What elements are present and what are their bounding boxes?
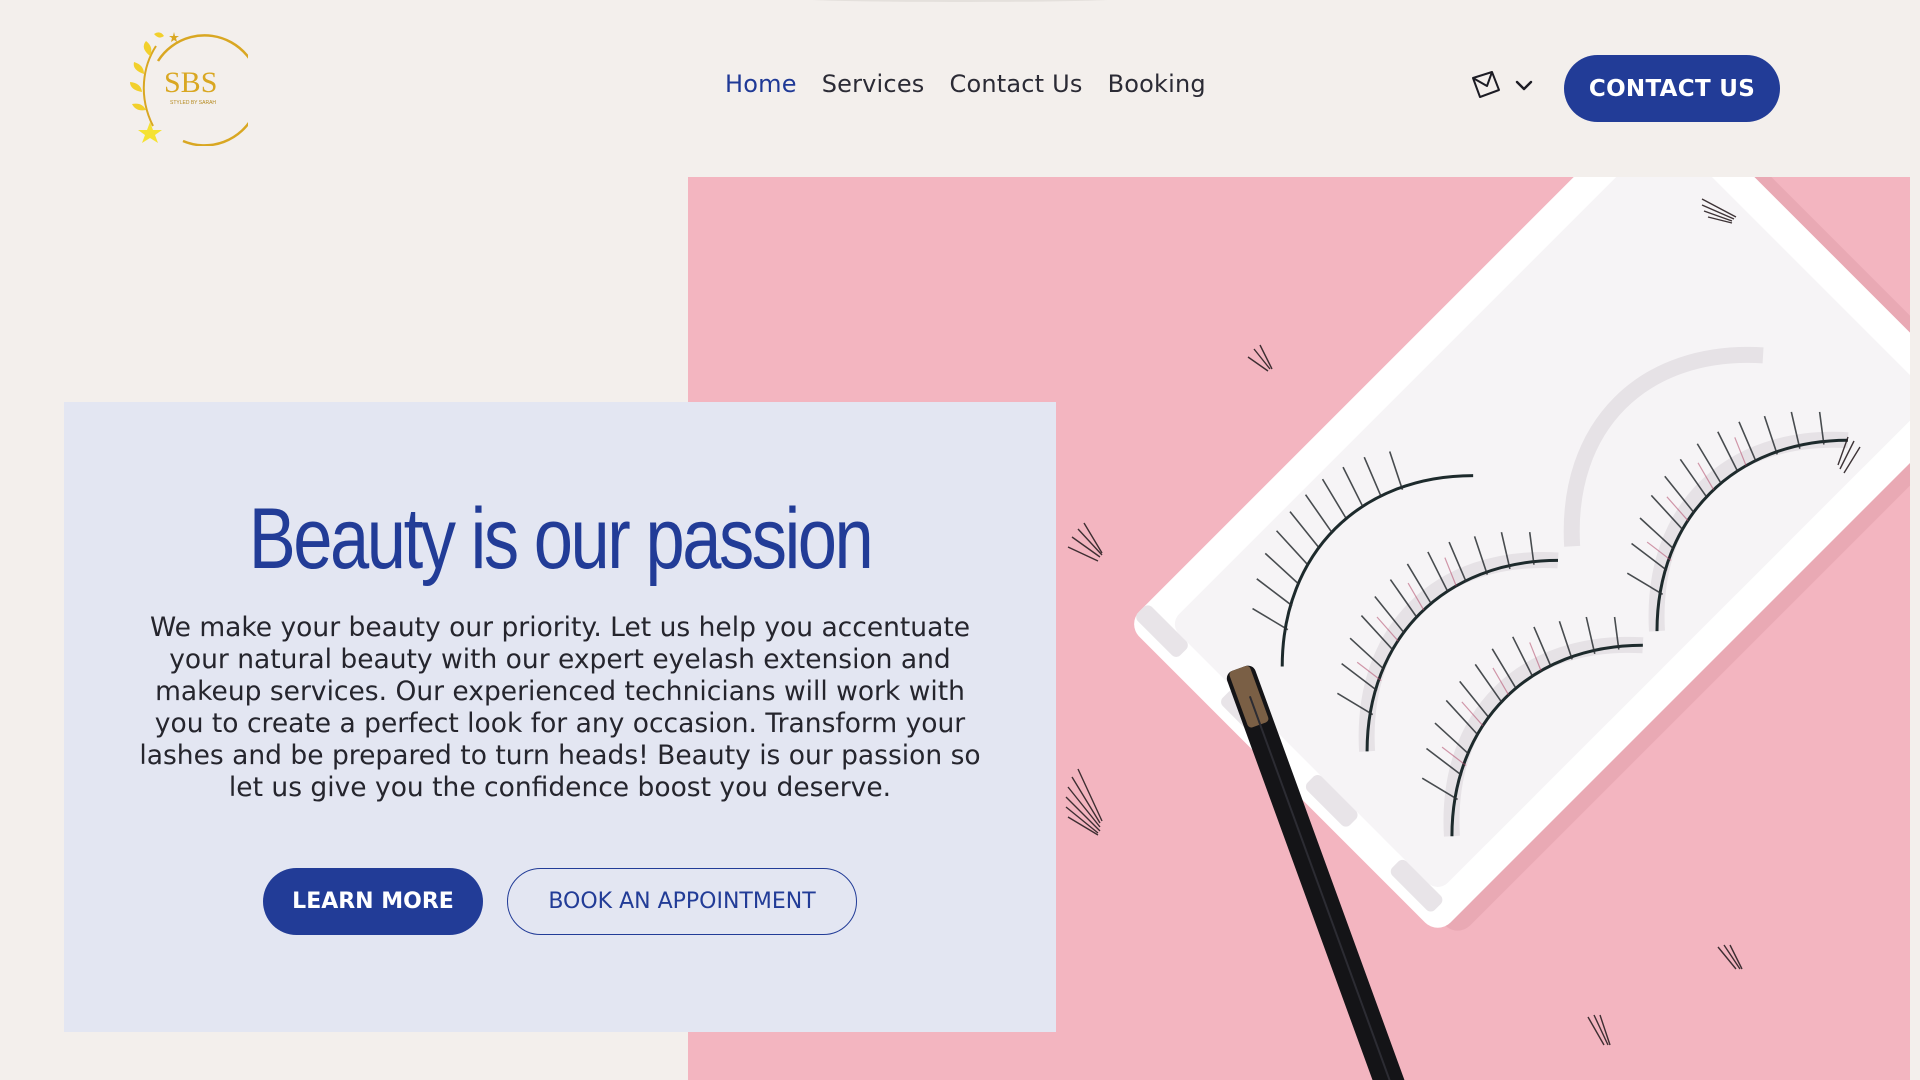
page: SBS STYLED BY SARAH Home Services Contac… (0, 0, 1920, 1080)
chevron-down-icon (1514, 78, 1534, 97)
hero-buttons: LEARN MORE BOOK AN APPOINTMENT (263, 868, 857, 935)
book-appointment-button[interactable]: BOOK AN APPOINTMENT (507, 868, 857, 935)
mail-icon (1470, 70, 1504, 104)
logo-tagline: STYLED BY SARAH (170, 100, 216, 106)
nav-booking[interactable]: Booking (1108, 70, 1206, 98)
nav-home[interactable]: Home (725, 70, 797, 98)
hero-title: Beauty is our passion (248, 491, 874, 587)
top-shadow (790, 0, 1130, 2)
learn-more-button[interactable]: LEARN MORE (263, 868, 483, 935)
nav-services[interactable]: Services (822, 70, 925, 98)
contact-us-button[interactable]: CONTACT US (1564, 55, 1780, 122)
logo[interactable]: SBS STYLED BY SARAH (118, 26, 261, 147)
hero-card: Beauty is our passion We make your beaut… (64, 402, 1056, 1032)
mail-dropdown[interactable] (1470, 70, 1534, 104)
logo-text: SBS (164, 66, 217, 99)
nav-contact-us[interactable]: Contact Us (950, 70, 1083, 98)
hero-description: We make your beauty our priority. Let us… (139, 612, 981, 803)
main-nav: Home Services Contact Us Booking (725, 70, 1206, 98)
